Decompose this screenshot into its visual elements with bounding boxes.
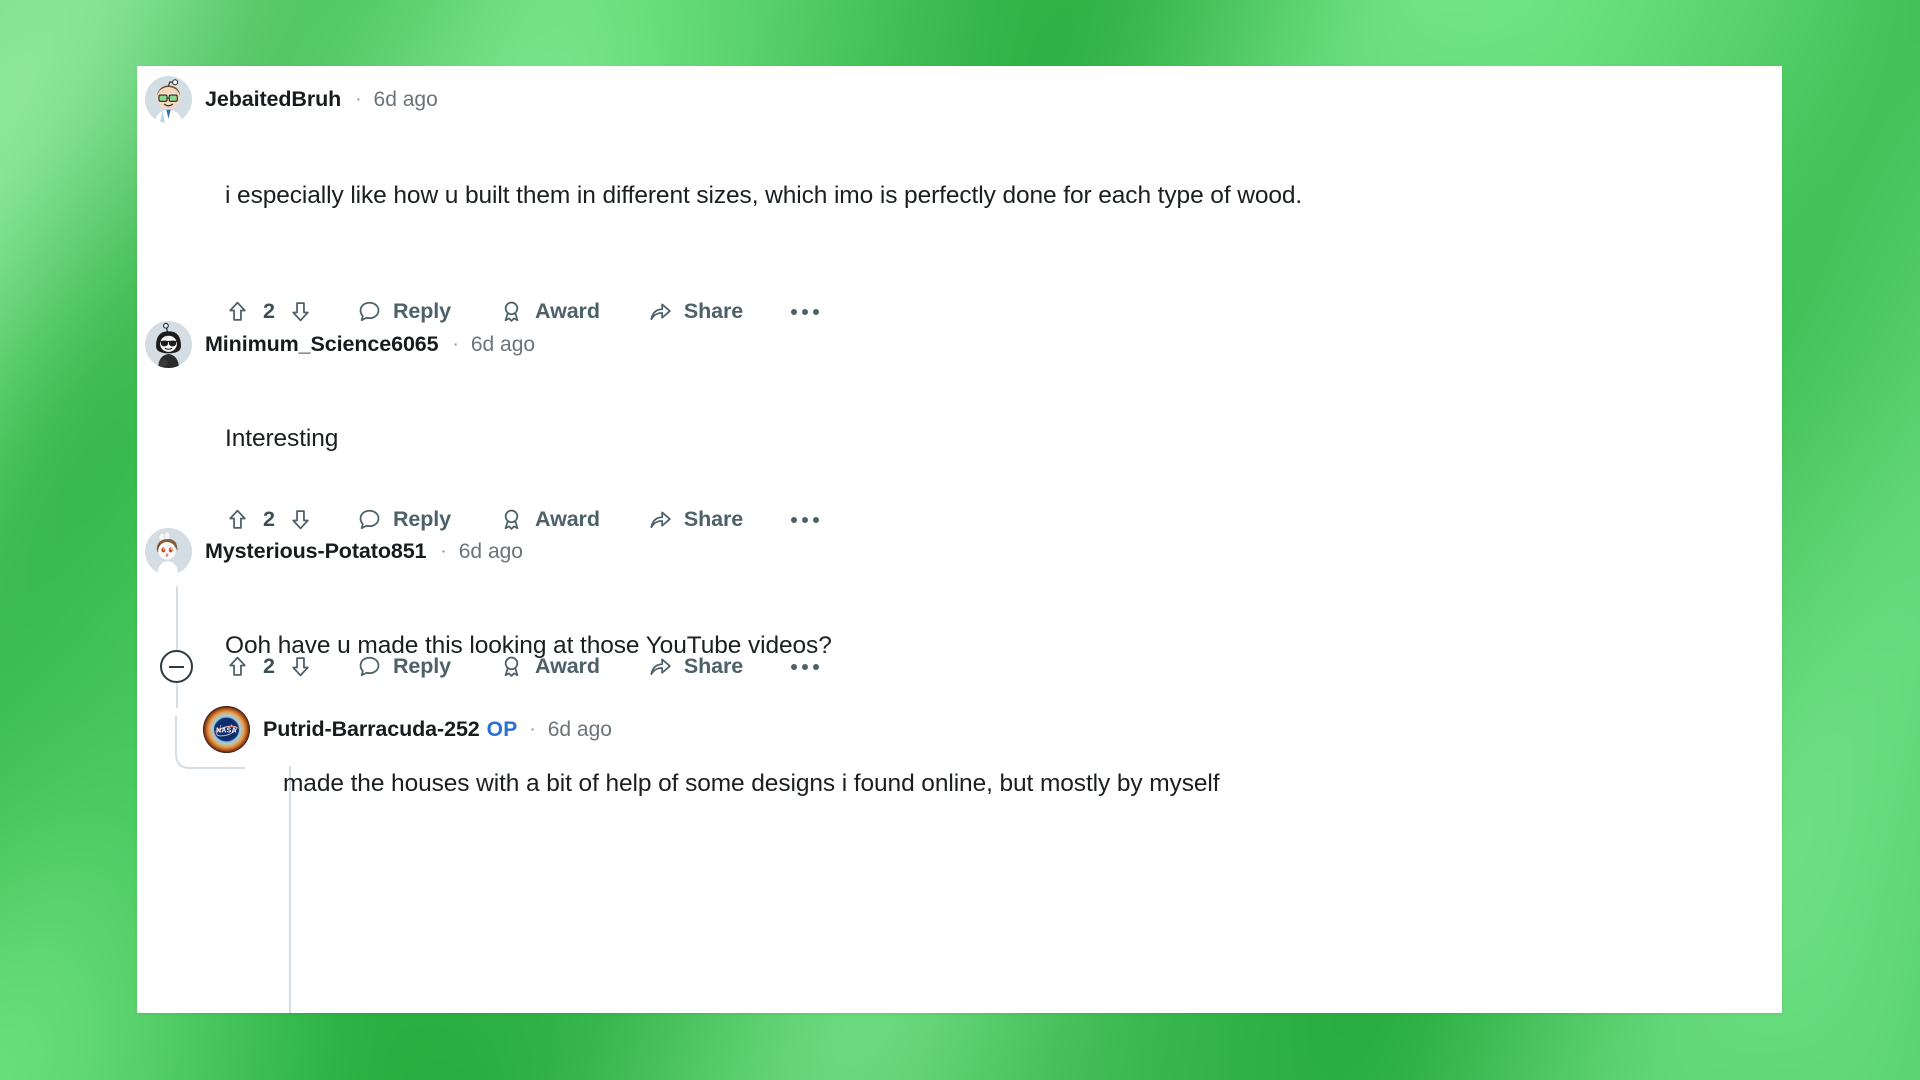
- meta-separator: ·: [529, 718, 536, 740]
- upvote-arrow-icon[interactable]: [225, 654, 250, 679]
- meta-separator: ·: [440, 540, 447, 562]
- share-label: Share: [683, 507, 744, 531]
- more-options-button[interactable]: [791, 516, 820, 523]
- comment-body: Interesting: [225, 425, 339, 452]
- comment-timestamp: 6d ago: [373, 87, 438, 111]
- ellipsis-dot: [813, 516, 820, 523]
- share-button[interactable]: Share: [648, 507, 743, 532]
- avatar-jebaitedbruh[interactable]: [145, 76, 192, 123]
- share-label: Share: [683, 654, 744, 678]
- share-button[interactable]: Share: [648, 299, 743, 324]
- comment-timestamp: 6d ago: [470, 332, 536, 356]
- comment-thread-card: JebaitedBruh · 6d ago i especially like …: [137, 66, 1782, 1013]
- ellipsis-dot: [791, 663, 798, 670]
- collapse-minus-icon: [169, 665, 184, 668]
- comment-body: made the houses with a bit of help of so…: [283, 770, 1220, 797]
- comment-username[interactable]: Minimum_Science6065: [205, 332, 439, 357]
- ellipsis-dot: [791, 308, 798, 315]
- award-label: Award: [535, 507, 600, 531]
- ellipsis-dot: [813, 663, 820, 670]
- avatar-minimum-science6065[interactable]: [145, 321, 192, 368]
- award-label: Award: [535, 299, 600, 323]
- award-ribbon-icon: [499, 654, 524, 679]
- comment-header: JebaitedBruh · 6d ago: [145, 76, 438, 123]
- comment-timestamp: 6d ago: [458, 539, 523, 563]
- meta-separator: ·: [355, 88, 362, 110]
- vote-group: 2: [225, 654, 313, 679]
- ellipsis-dot: [802, 516, 809, 523]
- comment-username[interactable]: JebaitedBruh: [205, 87, 341, 112]
- avatar-mysterious-potato851[interactable]: [145, 528, 192, 575]
- downvote-arrow-icon[interactable]: [288, 654, 313, 679]
- comment-header: NASA Putrid-Barracuda-252 OP · 6d ago: [203, 706, 612, 753]
- share-arrow-icon: [648, 654, 673, 679]
- meta-separator: ·: [452, 333, 459, 355]
- vote-count: 2: [263, 654, 275, 678]
- award-button[interactable]: Award: [499, 654, 600, 679]
- comment-action-bar: 2 Reply Award Share: [225, 654, 820, 679]
- reply-button[interactable]: Reply: [357, 654, 451, 679]
- comment-timestamp: 6d ago: [547, 717, 612, 741]
- comment-header: Mysterious-Potato851 · 6d ago: [145, 528, 523, 575]
- svg-text:NASA: NASA: [216, 727, 237, 734]
- comment-body: i especially like how u built them in di…: [225, 182, 1303, 209]
- reply-label: Reply: [392, 654, 452, 678]
- share-arrow-icon: [648, 299, 673, 324]
- collapse-thread-button[interactable]: [160, 650, 193, 683]
- ellipsis-dot: [802, 308, 809, 315]
- thread-line-nested[interactable]: [289, 766, 291, 1013]
- more-options-button[interactable]: [791, 663, 820, 670]
- comment-username[interactable]: Mysterious-Potato851: [205, 539, 427, 564]
- award-label: Award: [535, 654, 600, 678]
- more-options-button[interactable]: [791, 308, 820, 315]
- op-badge: OP: [486, 717, 518, 741]
- share-button[interactable]: Share: [648, 654, 743, 679]
- thread-line[interactable]: [176, 586, 178, 708]
- comment-header: Minimum_Science6065 · 6d ago: [145, 321, 535, 368]
- ellipsis-dot: [813, 308, 820, 315]
- ellipsis-dot: [791, 516, 798, 523]
- share-arrow-icon: [648, 507, 673, 532]
- comment-username[interactable]: Putrid-Barracuda-252: [263, 717, 480, 742]
- comment-bubble-icon: [357, 654, 382, 679]
- share-label: Share: [683, 299, 744, 323]
- ellipsis-dot: [802, 663, 809, 670]
- avatar-putrid-barracuda-252[interactable]: NASA: [203, 706, 250, 753]
